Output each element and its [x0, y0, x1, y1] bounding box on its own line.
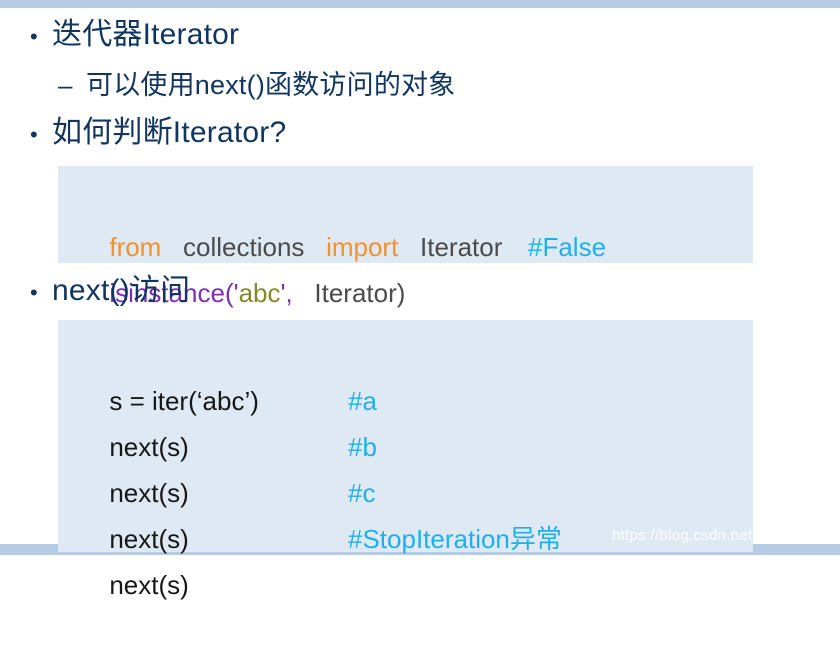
code-line: isinstance('abc', Iterator) #False: [66, 224, 753, 308]
sub-bullet-item-next-access: – 可以使用next()函数访问的对象: [58, 70, 455, 100]
code-line: next(s) #a: [66, 378, 753, 462]
top-decoration-band: [0, 0, 840, 8]
code-comment: #b: [348, 432, 377, 462]
bullet-item-iterator: • 迭代器Iterator: [22, 18, 239, 52]
code-line: next(s) #c: [66, 470, 753, 554]
code-token-punct: (': [224, 278, 239, 308]
bullet-marker-icon: •: [30, 24, 38, 49]
code-token-punct: ',: [280, 278, 293, 308]
watermark-text: https://blog.csdn.net/gongranr: [612, 527, 820, 544]
code-comment: #StopIteration异常: [348, 524, 562, 554]
code-token-string: abc: [238, 278, 281, 308]
code-line: next(s) #b: [66, 424, 753, 508]
code-line: from collections import Iterator: [66, 178, 753, 262]
code-line: s = iter(‘abc’): [66, 332, 753, 416]
code-comment: #False: [528, 232, 607, 262]
bullet-label: 迭代器Iterator: [52, 18, 240, 51]
code-comment: #c: [348, 478, 376, 508]
slide-content: • 迭代器Iterator – 可以使用next()函数访问的对象 • 如何判断…: [0, 8, 840, 600]
code-comment: #a: [348, 386, 377, 416]
bullet-item-next-call: • next()访问: [22, 274, 190, 308]
bullet-label: next()访问: [52, 274, 191, 307]
bullet-marker-icon: •: [30, 280, 38, 305]
bullet-item-how-to-judge: • 如何判断Iterator?: [22, 116, 286, 150]
code-token-plain: Iterator): [292, 278, 406, 308]
bullet-marker-icon: •: [30, 122, 38, 147]
code-block-next-iteration: s = iter(‘abc’) next(s) #a next(s) #b next…: [58, 320, 753, 600]
sub-bullet-label: 可以使用next()函数访问的对象: [86, 70, 456, 100]
sub-bullet-dash-icon: –: [58, 70, 73, 100]
code-token-plain: next(s): [109, 570, 189, 600]
bullet-label: 如何判断Iterator?: [52, 116, 287, 149]
code-block-isinstance: from collections import Iterator isinsta…: [58, 166, 753, 308]
